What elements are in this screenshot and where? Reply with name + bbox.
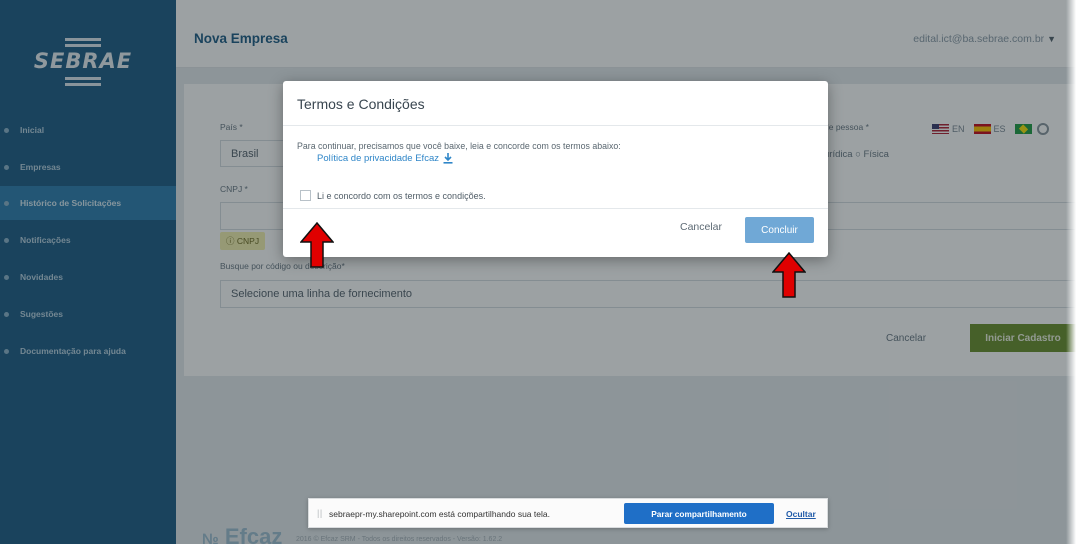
dialog-cancel-button[interactable]: Cancelar [680, 221, 722, 233]
share-message: sebraepr-my.sharepoint.com está comparti… [329, 509, 550, 519]
download-icon [443, 153, 453, 164]
concluir-button[interactable]: Concluir [745, 217, 814, 243]
stop-sharing-button[interactable]: Parar compartilhamento [624, 503, 774, 524]
screen-edge [1066, 0, 1076, 544]
terms-checkbox-label: Li e concordo com os termos e condições. [317, 190, 486, 201]
terms-checkbox-row[interactable]: Li e concordo com os termos e condições. [300, 190, 486, 201]
red-arrow-up-icon [772, 252, 806, 298]
screen-share-bar: | | sebraepr-my.sharepoint.com está comp… [308, 498, 828, 528]
terms-checkbox[interactable] [300, 190, 311, 201]
divider [283, 208, 828, 209]
hide-link[interactable]: Ocultar [786, 509, 816, 519]
dialog-instruction: Para continuar, precisamos que você baix… [297, 141, 621, 151]
terms-dialog: Termos e Condições Para continuar, preci… [283, 81, 828, 257]
drag-handle-icon[interactable]: | | [317, 508, 322, 518]
privacy-policy-link[interactable]: Política de privacidade Efcaz [317, 153, 453, 164]
red-arrow-up-icon [300, 222, 334, 268]
dialog-title: Termos e Condições [297, 96, 425, 112]
divider [283, 125, 828, 126]
